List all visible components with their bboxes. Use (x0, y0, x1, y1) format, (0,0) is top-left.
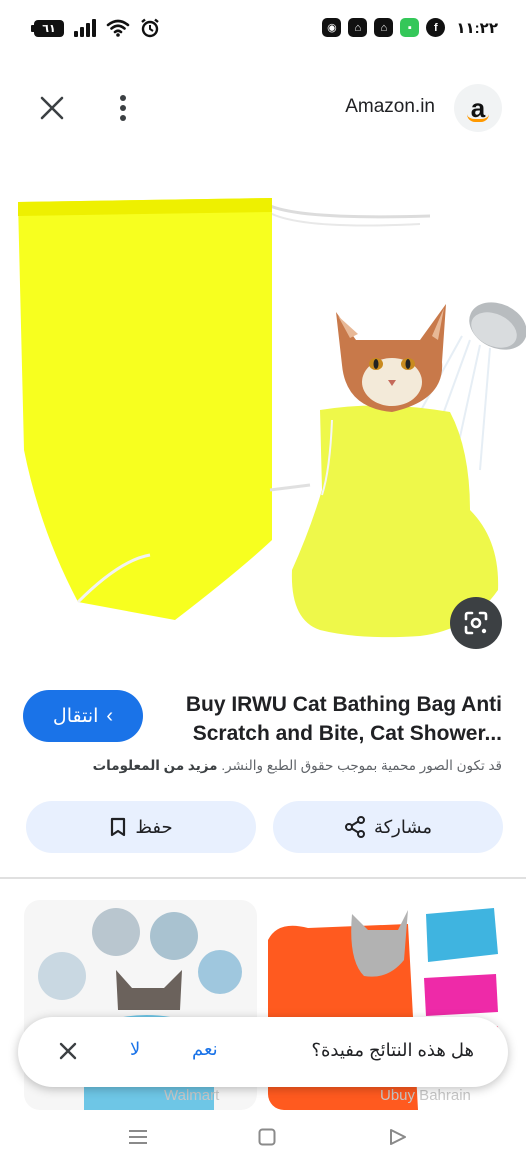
more-info-link[interactable]: مزيد من المعلومات (93, 758, 218, 773)
share-button[interactable]: مشاركة (273, 801, 503, 853)
feedback-yes-button[interactable]: نعم (192, 1039, 218, 1060)
visit-label: انتقال (52, 705, 99, 727)
signal-icon (74, 19, 96, 37)
save-button[interactable]: حفظ (26, 801, 256, 853)
copyright-notice: قد تكون الصور محمية بموجب حقوق الطبع وال… (93, 758, 502, 774)
battery-level: ٦١ (42, 22, 56, 35)
alarm-icon (141, 18, 159, 38)
close-icon[interactable] (34, 94, 70, 122)
product-title-line-2: Scratch and Bite, Cat Shower... (192, 722, 502, 745)
close-icon[interactable] (58, 1041, 78, 1061)
facebook-icon: f (426, 18, 446, 37)
product-title[interactable]: Buy IRWU Cat Bathing Bag Anti Scratch an… (172, 690, 502, 748)
product-title-line-1: Buy IRWU Cat Bathing Bag Anti (185, 693, 502, 716)
wifi-icon (106, 19, 130, 37)
divider (0, 877, 526, 879)
top-bar: Amazon.in a (0, 80, 526, 136)
lens-icon (464, 611, 488, 635)
notification-app-icon: ◉ (322, 18, 342, 37)
status-bar: ٦١ ◉ ⌂ ⌂ ▪ f ١١:٢٢ (0, 0, 526, 60)
site-name[interactable]: Amazon.in (345, 96, 435, 118)
chevron-left-icon: ‹ (106, 704, 114, 727)
share-label: مشاركة (373, 816, 433, 837)
amazon-logo-icon[interactable]: a (454, 84, 502, 132)
back-icon[interactable] (389, 1128, 407, 1146)
product-image[interactable] (0, 150, 526, 670)
google-lens-button[interactable] (450, 597, 502, 649)
feedback-no-button[interactable]: لا (130, 1039, 140, 1060)
bookmark-icon (111, 817, 126, 837)
visit-button[interactable]: انتقال ‹ (23, 690, 143, 742)
notification-app-icon: ▪ (400, 18, 420, 37)
share-icon (344, 816, 365, 838)
result-source: Walmart (164, 1087, 220, 1104)
copyright-text: قد تكون الصور محمية بموجب حقوق الطبع وال… (221, 758, 502, 773)
feedback-prompt: هل هذه النتائج مفيدة؟ نعم لا (18, 1017, 508, 1087)
feedback-question: هل هذه النتائج مفيدة؟ (311, 1040, 474, 1060)
battery-icon: ٦١ (31, 19, 64, 37)
more-options-icon[interactable] (113, 92, 133, 124)
home-icon[interactable] (258, 1128, 276, 1146)
save-label: حفظ (135, 816, 173, 837)
status-time: ١١:٢٢ (456, 19, 498, 37)
system-nav-bar (0, 1120, 526, 1169)
notification-app-icon: ⌂ (348, 18, 368, 37)
notification-app-icon: ⌂ (374, 18, 394, 37)
recent-apps-icon[interactable] (128, 1128, 148, 1146)
result-source: Ubuy Bahrain (380, 1087, 471, 1104)
